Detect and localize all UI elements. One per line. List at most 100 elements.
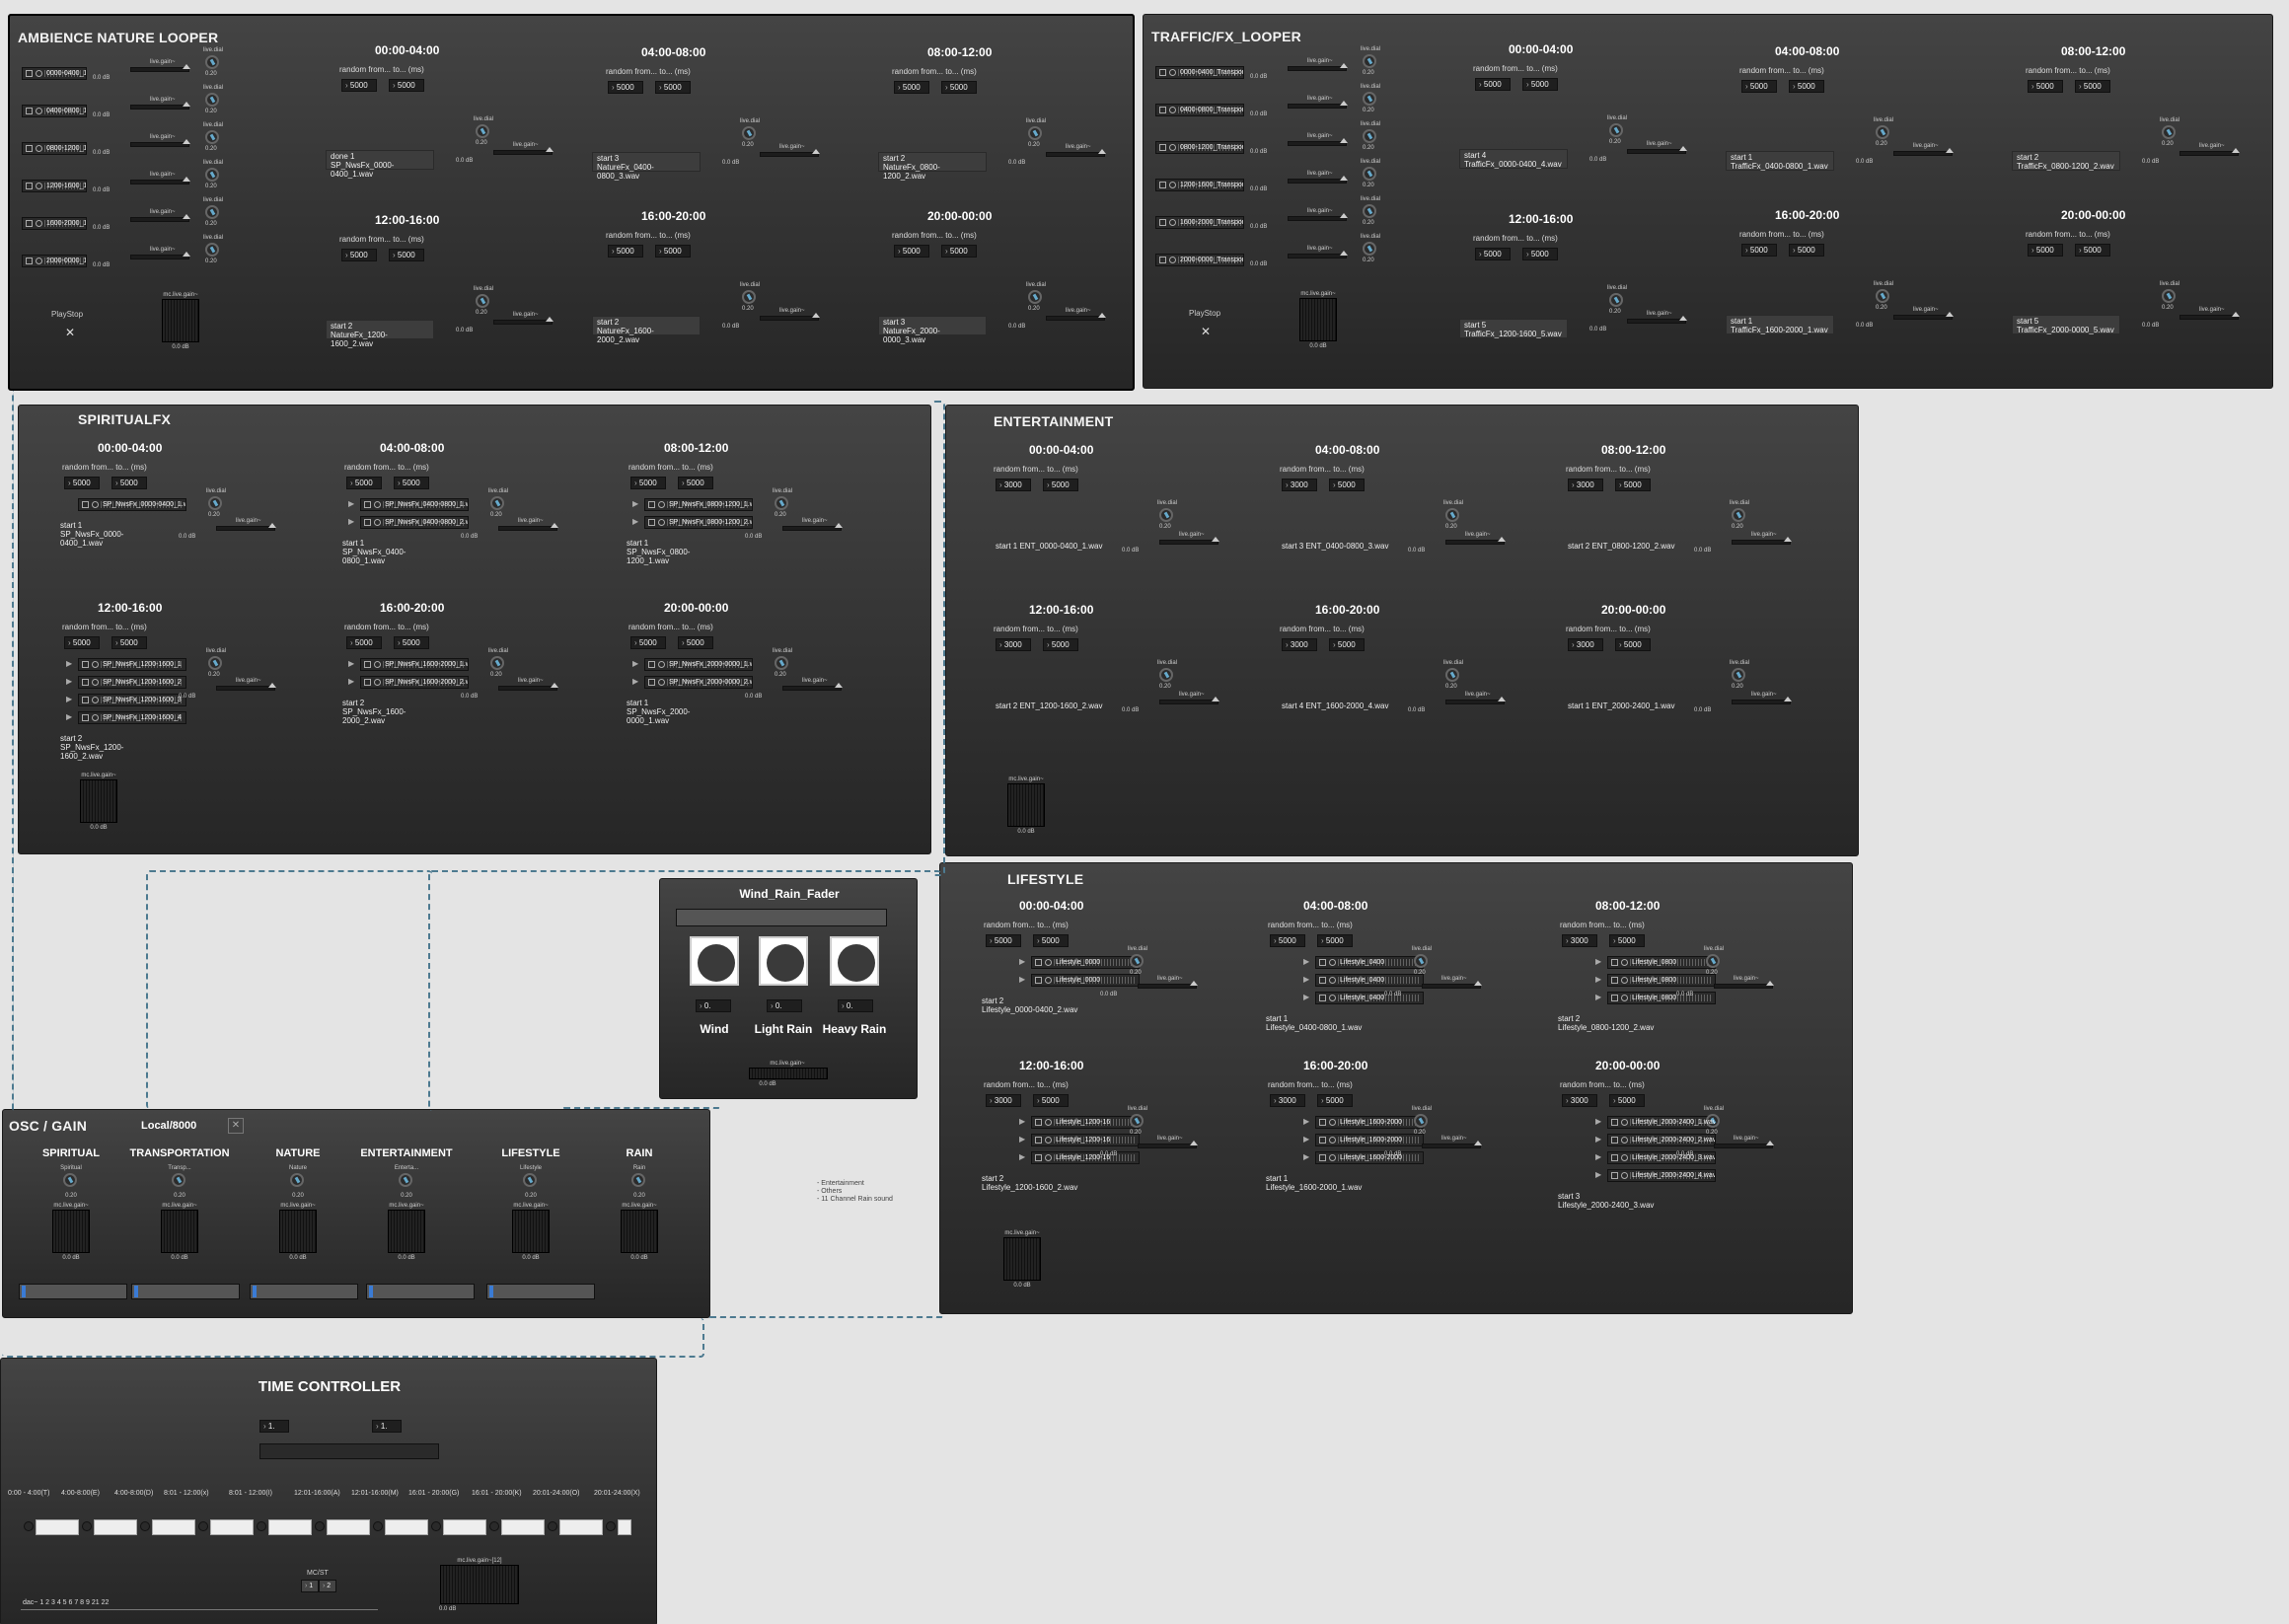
dial-knob[interactable]: [775, 496, 788, 510]
time-segment[interactable]: [268, 1519, 312, 1535]
gain-bar[interactable]: [216, 683, 276, 691]
wave-player[interactable]: 1200-1600_Transport: [1155, 179, 1244, 191]
random-max-input[interactable]: 5000: [1329, 479, 1365, 491]
wave-player[interactable]: Lifestyle_1600-2000: [1315, 1116, 1424, 1129]
loop-checkbox[interactable]: [1035, 1119, 1042, 1126]
time-segment[interactable]: [385, 1519, 428, 1535]
time-marker[interactable]: [24, 1521, 34, 1531]
osc-send-bar[interactable]: [250, 1284, 358, 1299]
gain-slider[interactable]: live.gain~ 0.0 dB: [1676, 976, 1775, 997]
master-gain[interactable]: mc.live.gain~ 0.0 dB: [1295, 291, 1341, 354]
random-max-input[interactable]: 5000: [2075, 80, 2110, 93]
play-icon[interactable]: ▶: [632, 499, 638, 508]
gain-bar[interactable]: [1138, 981, 1198, 989]
random-max-input[interactable]: 5000: [111, 477, 147, 489]
gain-slider[interactable]: live.gain~ 0.0 dB: [1100, 1136, 1199, 1157]
wave-player[interactable]: SP_NwsFx_1600-2000_2.wav: [360, 676, 469, 689]
gain-slider[interactable]: live.gain~ 0.0 dB: [1384, 1136, 1483, 1157]
loop-icon[interactable]: [1169, 144, 1176, 151]
random-min-input[interactable]: 3000: [1562, 934, 1597, 947]
loop-icon[interactable]: [1621, 1154, 1628, 1161]
level-dial[interactable]: live.dial 0.20: [206, 488, 226, 518]
random-min-input[interactable]: 3000: [996, 479, 1031, 491]
loop-icon[interactable]: [36, 183, 42, 189]
gain-bar[interactable]: [782, 523, 843, 531]
channel-gain[interactable]: mc.live.gain~ 0.0 dB: [275, 1203, 321, 1266]
wave-player[interactable]: Lifestyle_1200-16: [1031, 1116, 1140, 1129]
play-icon[interactable]: ▶: [348, 517, 354, 526]
dial-knob[interactable]: [399, 1173, 412, 1187]
gain-bar[interactable]: [2179, 148, 2240, 156]
gain-slider[interactable]: live.gain~ 0.0 dB: [1856, 143, 1955, 165]
gain-bar[interactable]: [782, 683, 843, 691]
loop-icon[interactable]: [1329, 959, 1336, 966]
gain-slider[interactable]: live.gain~ 0.0 dB: [93, 247, 191, 268]
dial-knob[interactable]: [1363, 167, 1376, 181]
dial-knob[interactable]: [1609, 123, 1623, 137]
dial-knob[interactable]: [631, 1173, 645, 1187]
gain-bar[interactable]: [1893, 148, 1954, 156]
level-dial[interactable]: live.dial 0.20: [203, 47, 223, 77]
random-min-input[interactable]: 5000: [346, 636, 382, 649]
loop-icon[interactable]: [374, 519, 381, 526]
level-dial[interactable]: live.dial 0.20: [203, 197, 223, 227]
loop-checkbox[interactable]: [1611, 977, 1618, 984]
level-dial[interactable]: live.dial 0.20: [1443, 500, 1463, 530]
level-dial[interactable]: live.dial 0.20: [1361, 121, 1380, 151]
random-max-input[interactable]: 5000: [2075, 244, 2110, 257]
loop-checkbox[interactable]: [364, 519, 371, 526]
play-icon[interactable]: ▶: [1595, 1152, 1601, 1161]
level-dial[interactable]: live.dial 0.20: [1730, 660, 1749, 690]
random-max-input[interactable]: 5000: [678, 477, 713, 489]
dial-knob[interactable]: [1732, 508, 1745, 522]
loop-checkbox[interactable]: [1035, 977, 1042, 984]
play-icon[interactable]: ▶: [1303, 1117, 1309, 1126]
playstop-toggle[interactable]: ✕: [65, 326, 75, 339]
random-min-input[interactable]: 5000: [608, 81, 643, 94]
play-icon[interactable]: ▶: [632, 517, 638, 526]
time-segment[interactable]: [618, 1519, 631, 1535]
dial-knob[interactable]: [1363, 129, 1376, 143]
loop-checkbox[interactable]: [1159, 219, 1166, 226]
gain-bar[interactable]: [1159, 537, 1219, 545]
time-marker[interactable]: [257, 1521, 266, 1531]
time-marker[interactable]: [548, 1521, 557, 1531]
loop-icon[interactable]: [1621, 977, 1628, 984]
play-icon[interactable]: ▶: [66, 677, 72, 686]
loop-checkbox[interactable]: [1159, 257, 1166, 263]
loop-icon[interactable]: [658, 679, 665, 686]
wave-player[interactable]: Lifestyle_2000-2400_2.wav: [1607, 1134, 1716, 1146]
dial-knob[interactable]: [523, 1173, 537, 1187]
gain-bar[interactable]: [130, 177, 190, 185]
level-dial[interactable]: live.dial 0.20: [1361, 196, 1380, 226]
gain-slider[interactable]: live.gain~ 0.0 dB: [2142, 143, 2241, 165]
random-min-input[interactable]: 5000: [894, 81, 929, 94]
time-marker[interactable]: [82, 1521, 92, 1531]
dial-knob[interactable]: [1159, 508, 1173, 522]
level-dial[interactable]: live.dial 0.20: [474, 116, 493, 146]
wave-player[interactable]: Lifestyle_0400: [1315, 992, 1424, 1004]
gain-slider[interactable]: live.gain~ 0.0 dB: [2142, 307, 2241, 329]
level-dial[interactable]: live.dial 0.20: [740, 118, 760, 148]
gain-bar[interactable]: [130, 64, 190, 72]
gain-bar[interactable]: [1288, 176, 1348, 184]
loop-icon[interactable]: [36, 70, 42, 77]
loop-icon[interactable]: [1045, 977, 1052, 984]
mc-option-2[interactable]: 2: [319, 1580, 336, 1592]
loop-checkbox[interactable]: [364, 679, 371, 686]
gain-bar[interactable]: [1714, 981, 1774, 989]
wave-player[interactable]: Lifestyle_1200-16: [1031, 1151, 1140, 1164]
gain-bar[interactable]: [1422, 981, 1482, 989]
gain-slider[interactable]: live.gain~ 0.0 dB: [722, 144, 821, 166]
random-max-input[interactable]: 5000: [1033, 1094, 1069, 1107]
gain-slider[interactable]: live.gain~ 0.0 dB: [1589, 311, 1688, 332]
gain-slider[interactable]: live.gain~ 0.0 dB: [1100, 976, 1199, 997]
gain-bar[interactable]: [130, 102, 190, 110]
dial-knob[interactable]: [1028, 126, 1042, 140]
loop-icon[interactable]: [36, 145, 42, 152]
level-dial[interactable]: live.dial 0.20: [488, 488, 508, 518]
wave-player[interactable]: SP_NwsFx_1200-1600_4: [78, 711, 186, 724]
osc-dial[interactable]: [521, 1173, 541, 1193]
wave-player[interactable]: Lifestyle_2000-2400_3.wav: [1607, 1151, 1716, 1164]
random-min-input[interactable]: 5000: [1475, 248, 1511, 260]
